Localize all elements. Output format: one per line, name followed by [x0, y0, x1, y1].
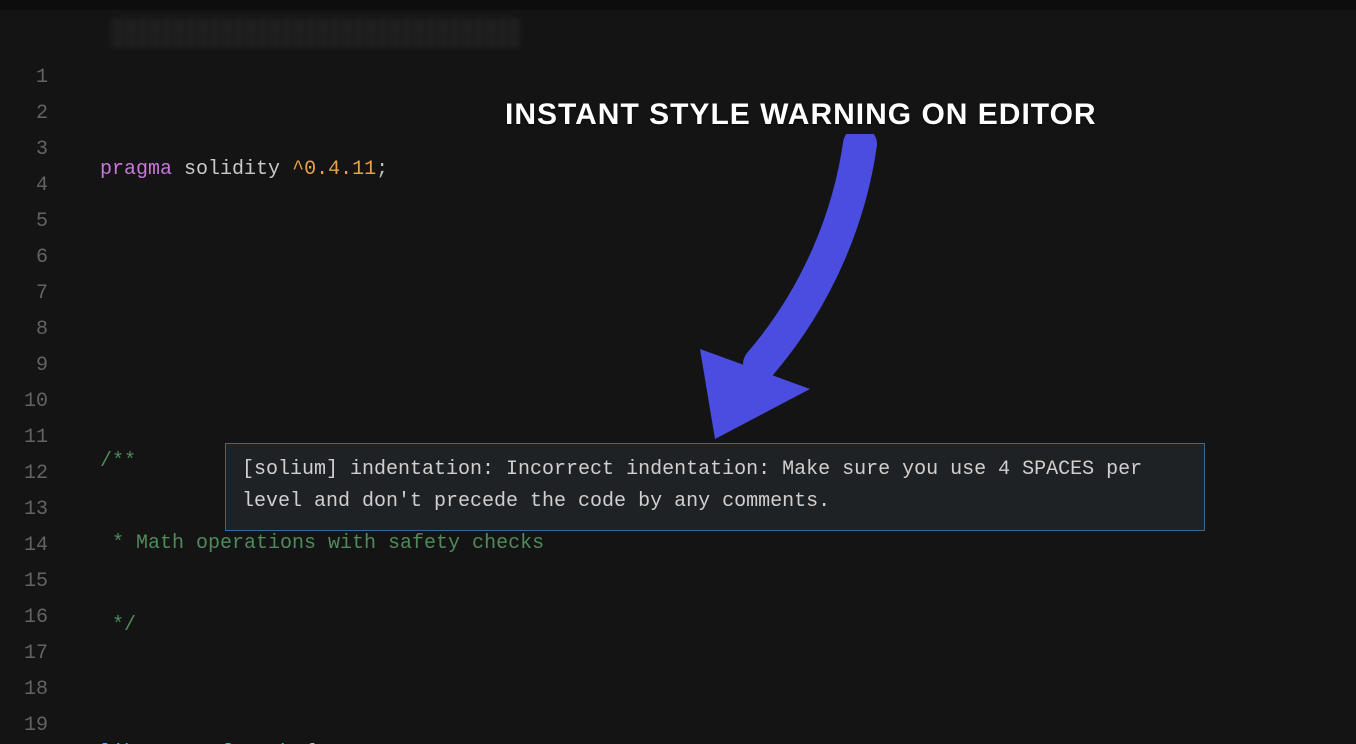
semicolon: ; [376, 158, 388, 181]
line-number: 15 [0, 564, 70, 600]
line-number: 11 [0, 420, 70, 456]
line-number: 3 [0, 132, 70, 168]
code-line[interactable]: * Math operations with safety checks [70, 526, 1356, 562]
line-number: 16 [0, 600, 70, 636]
annotation-headline: INSTANT STYLE WARNING ON EDITOR [505, 98, 1097, 132]
line-number: 7 [0, 276, 70, 312]
line-number: 14 [0, 528, 70, 564]
line-number: 9 [0, 348, 70, 384]
line-number: 19 [0, 708, 70, 744]
line-number: 13 [0, 492, 70, 528]
code-line[interactable] [70, 339, 1356, 375]
code-line[interactable]: pragma solidity ^0.4.11; [70, 152, 1356, 188]
code-line[interactable]: library SafeMath { [70, 736, 1356, 744]
line-number: 17 [0, 636, 70, 672]
obscured-tab-bar [110, 18, 520, 48]
line-number: 8 [0, 312, 70, 348]
line-number: 2 [0, 96, 70, 132]
space [172, 158, 184, 181]
version-literal: ^0.4.11 [292, 158, 376, 181]
keyword-solidity: solidity [184, 158, 280, 181]
line-number: 6 [0, 240, 70, 276]
line-number-gutter: 1 2 3 4 5 6 7 8 9 10 11 12 13 14 15 16 1… [0, 0, 70, 744]
keyword-pragma: pragma [100, 158, 172, 181]
lint-tooltip: [solium] indentation: Incorrect indentat… [225, 443, 1205, 531]
code-line[interactable] [70, 257, 1356, 293]
line-number: 4 [0, 168, 70, 204]
line-number: 12 [0, 456, 70, 492]
code-editor[interactable]: 1 2 3 4 5 6 7 8 9 10 11 12 13 14 15 16 1… [0, 0, 1356, 744]
line-number: 5 [0, 204, 70, 240]
line-number: 10 [0, 384, 70, 420]
code-area[interactable]: pragma solidity ^0.4.11; /** * Math oper… [70, 0, 1356, 744]
lint-tooltip-text: [solium] indentation: Incorrect indentat… [242, 458, 1142, 513]
space [280, 158, 292, 181]
code-line[interactable]: */ [70, 608, 1356, 644]
line-number: 18 [0, 672, 70, 708]
line-number: 1 [0, 60, 70, 96]
